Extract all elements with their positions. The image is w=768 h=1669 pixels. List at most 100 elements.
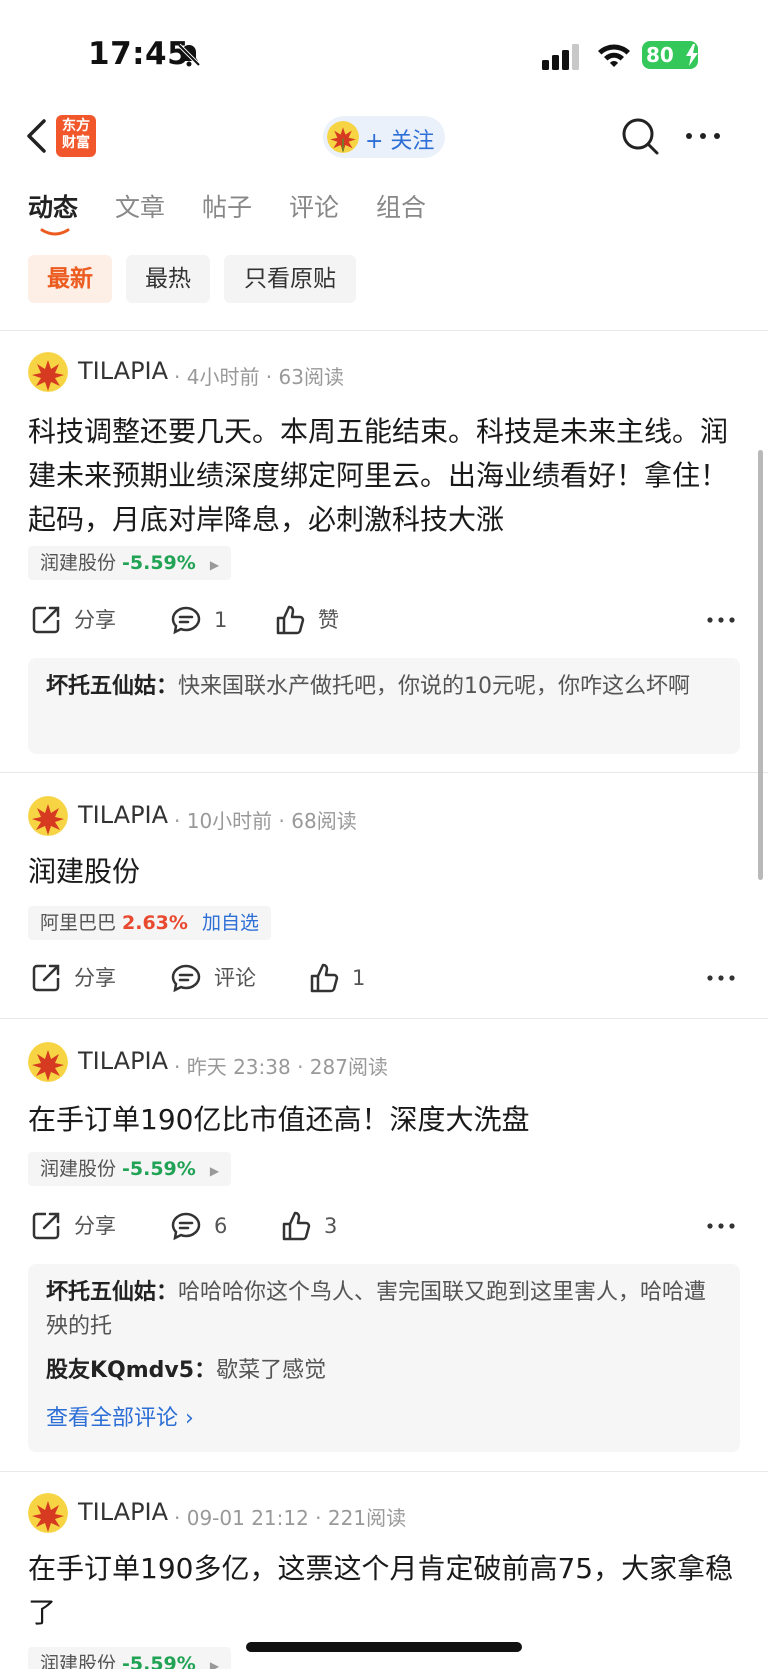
filter-latest[interactable]: 最新 — [28, 255, 112, 303]
brand-line2: 财富 — [62, 135, 90, 151]
comment-user[interactable]: 坏托五仙姑： — [46, 1280, 178, 1305]
author-name[interactable]: TILAPIA — [78, 357, 168, 385]
tab-dynamics[interactable]: 动态 — [28, 188, 78, 224]
filter-hottest[interactable]: 最热 — [126, 255, 210, 303]
post-meta: · 09-01 21:12 · 221阅读 — [174, 1506, 407, 1530]
post-meta: · 10小时前 · 68阅读 — [174, 809, 357, 833]
bell-muted-icon — [177, 43, 201, 67]
post-content[interactable]: 在手订单190多亿，这票这个月肯定破前高75，大家拿稳了 — [28, 1547, 748, 1635]
author-name[interactable]: TILAPIA — [78, 801, 168, 829]
share-button[interactable]: 分享 — [30, 600, 130, 640]
author-name[interactable]: TILAPIA — [78, 1047, 168, 1075]
comment-icon — [171, 964, 201, 993]
share-icon — [32, 1212, 60, 1240]
post-more-icon[interactable] — [706, 973, 736, 983]
follow-button[interactable]: + 关注 — [323, 116, 445, 158]
like-button[interactable]: 1 — [308, 958, 378, 998]
stock-name: 阿里巴巴 — [40, 912, 117, 934]
comment-button[interactable]: 6 — [170, 1206, 250, 1246]
post-reads: 68阅读 — [291, 809, 357, 833]
stock-name: 润建股份 — [40, 1158, 117, 1180]
like-button[interactable]: 赞 — [274, 600, 354, 640]
thumbs-up-icon — [282, 1211, 311, 1241]
status-bar: 17:45 80 — [0, 0, 768, 110]
follow-label: + 关注 — [365, 129, 435, 154]
post-content[interactable]: 科技调整还要几天。本周五能结束。科技是未来主线。润建未来预期业绩深度绑定阿里云。… — [28, 410, 748, 542]
comment-item[interactable]: 坏托五仙姑：快来国联水产做托吧，你说的10元呢，你咋这么坏啊 — [46, 670, 726, 704]
comment-user[interactable]: 坏托五仙姑： — [46, 674, 178, 699]
back-chevron-icon[interactable] — [24, 118, 48, 154]
scrollbar[interactable] — [758, 450, 763, 880]
comment-button[interactable]: 1 — [170, 600, 250, 640]
post-content[interactable]: 润建股份 — [28, 850, 748, 894]
profile-avatar — [327, 121, 359, 153]
comments-box[interactable]: 坏托五仙姑：哈哈哈你这个鸟人、害完国联又跑到这里害人，哈哈遭殃的托 股友KQmd… — [28, 1264, 740, 1452]
post-meta: · 昨天 23:38 · 287阅读 — [174, 1055, 388, 1079]
divider — [0, 772, 768, 773]
share-icon — [32, 964, 60, 992]
stock-tag[interactable]: 润建股份 -5.59% ▶ — [28, 1152, 232, 1186]
thumbs-up-icon — [310, 963, 339, 993]
share-label: 分享 — [74, 608, 116, 632]
author-avatar[interactable] — [28, 1493, 68, 1533]
post-reads: 221阅读 — [327, 1506, 407, 1530]
post-more-icon[interactable] — [706, 1221, 736, 1231]
author-name[interactable]: TILAPIA — [78, 1498, 168, 1526]
comment-user[interactable]: 股友KQmdv5： — [46, 1358, 216, 1383]
more-options-icon[interactable] — [683, 128, 723, 144]
charging-bolt-icon — [686, 44, 698, 66]
comment-item[interactable]: 股友KQmdv5：歇菜了感觉 — [46, 1354, 726, 1388]
post-time: 09-01 21:12 — [186, 1506, 309, 1530]
tab-portfolio[interactable]: 组合 — [376, 188, 426, 224]
comment-text: 快来国联水产做托吧，你说的10元呢，你咋这么坏啊 — [178, 674, 691, 699]
tab-comments[interactable]: 评论 — [289, 188, 339, 224]
status-time: 17:45 — [88, 36, 190, 72]
like-label: 赞 — [318, 608, 339, 632]
stock-tag[interactable]: 阿里巴巴 2.63% 加自选 — [28, 906, 271, 940]
stock-tag[interactable]: 润建股份 -5.59% ▶ — [28, 1647, 232, 1669]
tab-active-indicator — [40, 228, 70, 236]
view-all-comments-link[interactable]: 查看全部评论 › — [46, 1400, 194, 1432]
like-button[interactable]: 3 — [280, 1206, 350, 1246]
share-label: 分享 — [74, 1214, 116, 1238]
comment-count: 6 — [214, 1214, 228, 1238]
comment-count: 1 — [214, 608, 228, 632]
share-button[interactable]: 分享 — [30, 1206, 130, 1246]
author-avatar[interactable] — [28, 1042, 68, 1082]
cellular-signal-icon — [542, 44, 579, 70]
search-icon[interactable] — [620, 116, 660, 156]
author-avatar[interactable] — [28, 352, 68, 392]
share-button[interactable]: 分享 — [30, 958, 130, 998]
post-content[interactable]: 在手订单190亿比市值还高！深度大洗盘 — [28, 1098, 748, 1142]
arrow-right-icon: ▶ — [209, 1164, 220, 1178]
comment-icon — [171, 606, 201, 635]
stock-change: -5.59% — [122, 552, 196, 574]
stock-tag[interactable]: 润建股份 -5.59% ▶ — [28, 546, 232, 580]
post-time: 10小时前 — [186, 809, 273, 833]
comment-icon — [171, 1212, 201, 1241]
post-time: 4小时前 — [186, 365, 260, 389]
divider — [0, 1018, 768, 1019]
comment-button[interactable]: 评论 — [170, 958, 270, 998]
tab-articles[interactable]: 文章 — [115, 188, 165, 224]
like-count: 1 — [352, 966, 366, 990]
arrow-right-icon: ▶ — [209, 1659, 220, 1669]
divider — [0, 1471, 768, 1472]
stock-change: -5.59% — [122, 1158, 196, 1180]
tab-posts[interactable]: 帖子 — [202, 188, 252, 224]
stock-name: 润建股份 — [40, 1653, 117, 1669]
post-meta: · 4小时前 · 63阅读 — [174, 365, 344, 389]
post-more-icon[interactable] — [706, 615, 736, 625]
comment-item[interactable]: 坏托五仙姑：哈哈哈你这个鸟人、害完国联又跑到这里害人，哈哈遭殃的托 — [46, 1276, 726, 1344]
post-reads: 287阅读 — [309, 1055, 388, 1079]
filter-original-only[interactable]: 只看原贴 — [224, 255, 356, 303]
author-avatar[interactable] — [28, 796, 68, 836]
thumbs-up-icon — [276, 605, 305, 635]
home-indicator[interactable] — [246, 1642, 522, 1652]
share-label: 分享 — [74, 966, 116, 990]
like-count: 3 — [324, 1214, 338, 1238]
add-watchlist-link[interactable]: 加自选 — [202, 912, 259, 934]
arrow-right-icon: ▶ — [209, 558, 220, 572]
comments-box[interactable]: 坏托五仙姑：快来国联水产做托吧，你说的10元呢，你咋这么坏啊 — [28, 658, 740, 754]
post-time: 昨天 23:38 — [186, 1055, 291, 1079]
